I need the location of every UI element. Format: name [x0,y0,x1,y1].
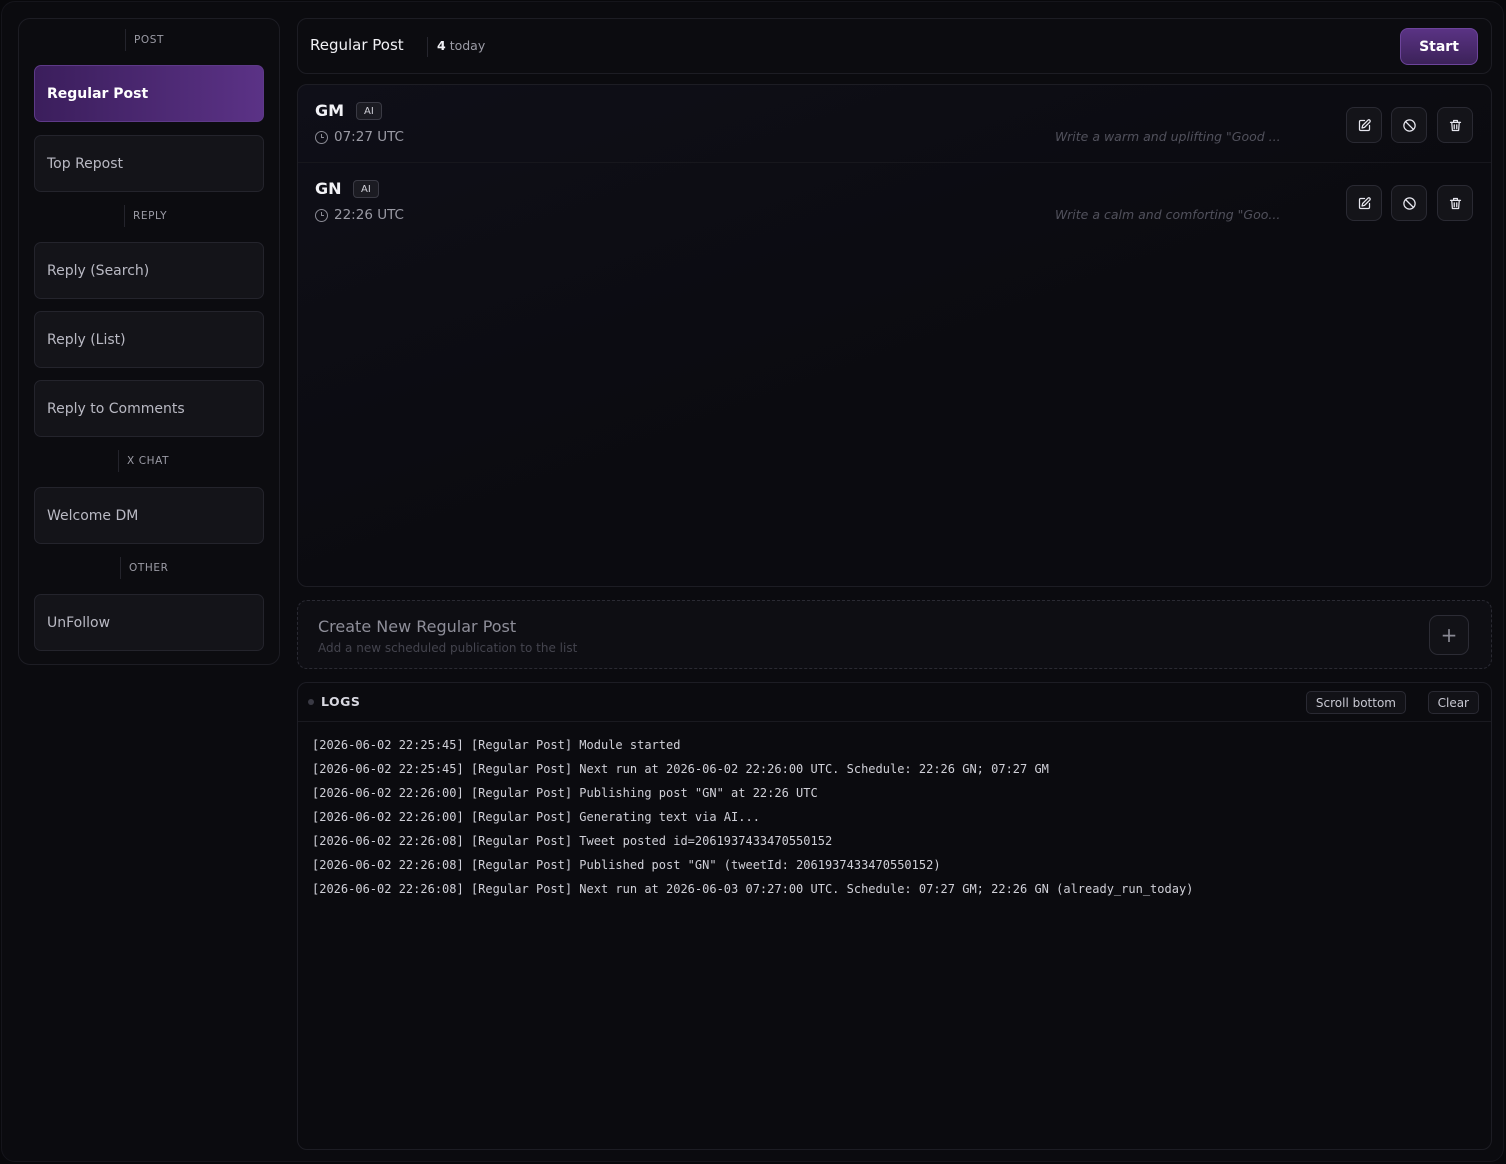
create-new-post-card[interactable]: Create New Regular Post Add a new schedu… [297,600,1492,669]
post-name: GN [315,179,342,198]
logs-header: LOGS Scroll bottom Clear [298,683,1491,722]
page-title: Regular Post [310,36,404,54]
sidebar-item-regular-post[interactable]: Regular Post [34,65,264,122]
clock-icon [315,208,328,222]
log-line: [2026-06-02 22:26:08] [Regular Post] Twe… [312,834,833,848]
post-item-gm[interactable]: GM AI 07:27 UTC Write a warm and uplifti… [298,85,1491,163]
delete-button[interactable] [1437,185,1473,221]
status-dot-icon [308,699,314,705]
disable-button[interactable] [1391,185,1427,221]
ban-icon [1402,196,1416,210]
delete-button[interactable] [1437,107,1473,143]
log-line: [2026-06-02 22:25:45] [Regular Post] Mod… [312,738,681,752]
clear-logs-button[interactable]: Clear [1427,691,1479,714]
section-label-reply: REPLY [124,205,175,227]
post-item-gn[interactable]: GN AI 22:26 UTC Write a calm and comfort… [298,163,1491,241]
trash-icon [1449,197,1461,209]
start-button[interactable]: Start [1400,28,1478,65]
post-name: GM [315,101,345,120]
sidebar-item-reply-to-comments[interactable]: Reply to Comments [34,380,264,437]
post-prompt: Write a warm and uplifting "Good ... [1055,129,1281,144]
section-label-post: POST [125,29,172,51]
trash-icon [1449,119,1461,131]
log-line: [2026-06-02 22:26:00] [Regular Post] Gen… [312,810,760,824]
module-header: Regular Post 4 today Start [297,18,1492,74]
post-time: 22:26 UTC [315,207,404,223]
sidebar-item-reply-search[interactable]: Reply (Search) [34,242,264,299]
header-divider [427,37,428,57]
edit-icon [1358,118,1371,131]
add-post-button[interactable]: + [1429,615,1469,655]
today-count-suffix: today [449,38,486,53]
section-label-x-chat: X CHAT [118,450,177,472]
post-time: 07:27 UTC [315,129,404,145]
log-line: [2026-06-02 22:26:08] [Regular Post] Nex… [312,882,1194,896]
edit-button[interactable] [1346,185,1382,221]
plus-icon: + [1440,623,1458,647]
today-count: 4 today [437,38,485,53]
post-time-value: 07:27 UTC [334,129,404,145]
log-line: [2026-06-02 22:26:08] [Regular Post] Pub… [312,858,941,872]
scroll-bottom-button[interactable]: Scroll bottom [1305,691,1406,714]
edit-icon [1358,196,1371,209]
ban-icon [1402,118,1416,132]
sidebar: POST Regular Post Top Repost REPLY Reply… [18,18,280,665]
ai-badge: AI [353,180,379,198]
logs-panel: LOGS Scroll bottom Clear [2026-06-02 22:… [297,682,1492,1150]
edit-button[interactable] [1346,107,1382,143]
sidebar-item-unfollow[interactable]: UnFollow [34,594,264,651]
disable-button[interactable] [1391,107,1427,143]
ai-badge: AI [356,102,382,120]
post-time-value: 22:26 UTC [334,207,404,223]
create-title: Create New Regular Post [318,617,517,636]
clock-icon [315,130,328,144]
log-line: [2026-06-02 22:26:00] [Regular Post] Pub… [312,786,818,800]
sidebar-item-welcome-dm[interactable]: Welcome DM [34,487,264,544]
logs-title: LOGS [321,694,361,709]
app-window: POST Regular Post Top Repost REPLY Reply… [1,1,1504,1162]
log-output[interactable]: [2026-06-02 22:25:45] [Regular Post] Mod… [312,737,1481,905]
create-subtitle: Add a new scheduled publication to the l… [318,641,578,655]
sidebar-item-top-repost[interactable]: Top Repost [34,135,264,192]
section-label-other: OTHER [120,557,177,579]
log-line: [2026-06-02 22:25:45] [Regular Post] Nex… [312,762,1049,776]
today-count-value: 4 [437,38,446,53]
post-prompt: Write a calm and comforting "Goo... [1055,207,1281,222]
post-list: GM AI 07:27 UTC Write a warm and uplifti… [297,84,1492,587]
sidebar-item-reply-list[interactable]: Reply (List) [34,311,264,368]
